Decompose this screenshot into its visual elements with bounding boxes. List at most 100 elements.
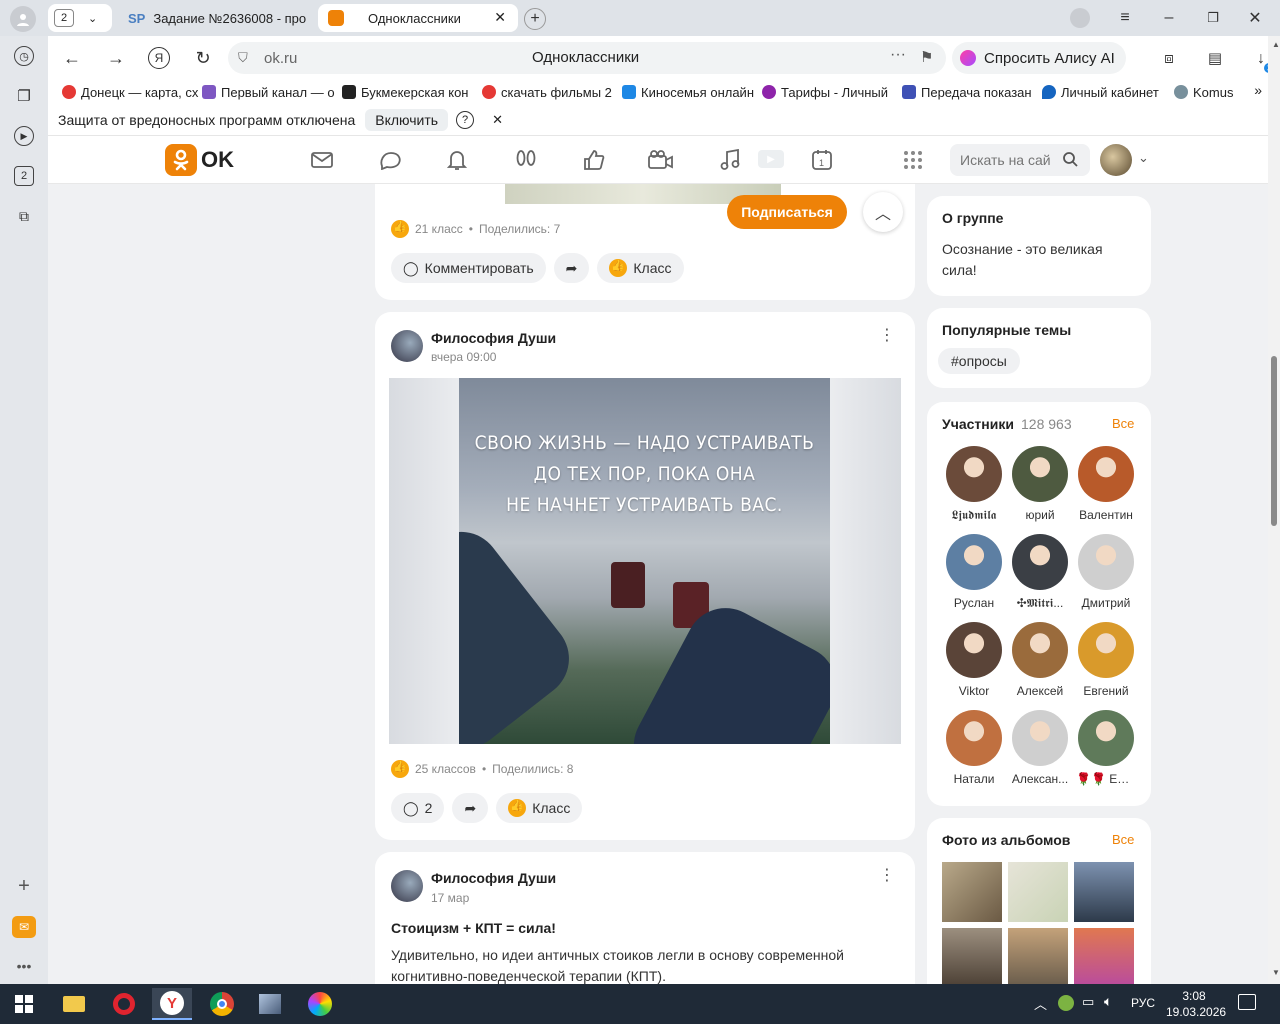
close-infobar-icon[interactable]: ✕ <box>492 112 503 128</box>
bookmark-item[interactable]: Тарифы - Личный <box>762 85 902 100</box>
network-icon[interactable]: ▭ <box>1082 994 1094 1010</box>
more-dots-icon[interactable]: ··· <box>890 46 906 64</box>
scrollbar-thumb[interactable] <box>1271 356 1277 526</box>
subscribe-button[interactable]: Подписаться <box>727 195 847 229</box>
enable-protection-button[interactable]: Включить <box>365 108 449 131</box>
member-name[interactable]: 🌹🌹 Елена <box>1076 772 1136 786</box>
ok-search-box[interactable] <box>950 144 1090 176</box>
member-item[interactable]: Дмитрий <box>1076 534 1136 610</box>
back-icon[interactable]: ← <box>60 47 84 69</box>
music-icon[interactable] <box>718 148 742 172</box>
screenshot-icon[interactable]: ⧉ <box>14 206 34 226</box>
member-avatar[interactable] <box>1012 534 1068 590</box>
bookmark-item[interactable]: Киносемья онлайн <box>622 85 762 100</box>
ok-search-input[interactable] <box>960 150 1060 170</box>
album-photo[interactable] <box>942 928 1002 984</box>
member-name[interactable]: ✣𝕸𝖎𝖙𝖗𝖎... <box>1010 596 1070 611</box>
member-name[interactable]: Валентин <box>1076 508 1136 522</box>
members-all-link[interactable]: Все <box>1112 416 1134 431</box>
member-avatar[interactable] <box>1012 710 1068 766</box>
discussions-icon[interactable] <box>378 148 402 172</box>
yandex-browser-icon[interactable]: Y <box>152 988 192 1020</box>
post-time[interactable]: 17 мар <box>431 891 469 905</box>
member-avatar[interactable] <box>1012 622 1068 678</box>
bookmark-item[interactable]: скачать фильмы 2 <box>482 85 622 100</box>
tabs-count-icon[interactable]: 2 <box>14 166 34 186</box>
member-name[interactable]: Дмитрий <box>1076 596 1136 610</box>
user-avatar[interactable] <box>1100 144 1132 176</box>
guests-icon[interactable] <box>514 148 538 172</box>
albums-title[interactable]: Фото из альбомов <box>942 832 1070 848</box>
clock[interactable]: 3:08 19.03.2026 <box>1166 988 1226 1020</box>
member-item[interactable]: Алексан... <box>1010 710 1070 786</box>
likes-icon[interactable] <box>582 148 606 172</box>
album-photo[interactable] <box>942 862 1002 922</box>
forward-icon[interactable]: → <box>104 47 128 69</box>
calendar-icon[interactable]: 1 <box>810 148 834 172</box>
member-avatar[interactable] <box>946 446 1002 502</box>
bookmark-item[interactable]: Букмекерская кон <box>342 85 482 100</box>
tab-task[interactable]: SP Задание №2636008 - про <box>118 4 314 32</box>
album-photo[interactable] <box>1074 862 1134 922</box>
class-button[interactable]: Класс <box>597 253 684 283</box>
address-field[interactable]: ⛉ ok.ru Одноклассники ··· ⚑ <box>228 42 946 74</box>
reload-icon[interactable]: ↻ <box>192 47 214 69</box>
scroll-down-arrow-icon[interactable]: ▼ <box>1272 968 1280 977</box>
history-icon[interactable]: ◷ <box>14 46 34 66</box>
ok-logo[interactable]: OK <box>165 144 234 176</box>
member-name[interactable]: Евгений <box>1076 684 1136 698</box>
member-name[interactable]: Viktor <box>944 684 1004 698</box>
close-window-icon[interactable]: ✕ <box>1244 6 1266 30</box>
tab-odnoklassniki[interactable]: Одноклассники ✕ <box>318 4 518 32</box>
mail-icon[interactable]: ✉ <box>12 916 36 938</box>
member-avatar[interactable] <box>1078 622 1134 678</box>
reader-icon[interactable]: ⧈ <box>1158 47 1180 69</box>
account-icon[interactable] <box>1070 8 1090 28</box>
new-tab-icon[interactable]: + <box>524 8 546 30</box>
shield-icon[interactable]: ⛉ <box>238 50 248 66</box>
bookmark-item[interactable]: Передача показан <box>902 85 1042 100</box>
bookmark-icon[interactable]: ⚑ <box>920 48 933 66</box>
more-icon[interactable]: ••• <box>14 956 34 976</box>
notifications-center-icon[interactable] <box>1238 994 1256 1010</box>
minimize-icon[interactable]: – <box>1158 6 1180 30</box>
member-item[interactable]: Viktor <box>944 622 1004 698</box>
extension-icon[interactable]: ▤ <box>1204 47 1226 69</box>
opera-icon[interactable] <box>104 988 144 1020</box>
member-name[interactable]: 𝕷𝖏𝖚𝖉𝖒𝖎𝖑𝖆 <box>944 508 1004 523</box>
member-name[interactable]: Натали <box>944 772 1004 786</box>
member-name[interactable]: Алексей <box>1010 684 1070 698</box>
volume-icon[interactable]: 🔈︎ <box>1104 993 1112 1010</box>
member-name[interactable]: Руслан <box>944 596 1004 610</box>
comment-button[interactable]: ◯ Комментировать <box>391 253 546 283</box>
author-avatar[interactable] <box>391 870 423 902</box>
bookmark-item[interactable]: Личный кабинет <box>1042 85 1174 100</box>
member-name[interactable]: юрий <box>1010 508 1070 522</box>
post-author[interactable]: Философия Души <box>431 330 556 346</box>
video-showcase-icon[interactable]: ▶ <box>758 150 784 168</box>
member-item[interactable]: 🌹🌹 Елена <box>1076 710 1136 786</box>
topic-tag[interactable]: #опросы <box>938 348 1020 374</box>
member-name[interactable]: Алексан... <box>1010 772 1070 786</box>
member-avatar[interactable] <box>946 710 1002 766</box>
search-icon[interactable] <box>1062 151 1078 170</box>
tray-app-icon[interactable] <box>1058 995 1074 1011</box>
albums-all-link[interactable]: Все <box>1112 832 1134 847</box>
member-avatar[interactable] <box>1012 446 1068 502</box>
bookmark-item[interactable]: Komus <box>1174 85 1238 100</box>
bookmark-item[interactable]: Донецк — карта, сх <box>62 85 202 100</box>
windows-start-icon[interactable] <box>4 988 44 1020</box>
member-avatar[interactable] <box>1078 534 1134 590</box>
chevron-down-icon[interactable]: ⌄ <box>88 12 97 25</box>
member-avatar[interactable] <box>1078 446 1134 502</box>
scroll-up-icon[interactable]: ︿ <box>863 192 903 232</box>
more-vertical-icon[interactable]: ⋮ <box>879 328 895 344</box>
member-item[interactable]: 𝕷𝖏𝖚𝖉𝖒𝖎𝖑𝖆 <box>944 446 1004 523</box>
members-title[interactable]: Участники <box>942 416 1014 432</box>
album-photo[interactable] <box>1008 862 1068 922</box>
language-indicator[interactable]: РУС <box>1131 996 1155 1010</box>
member-item[interactable]: ✣𝕸𝖎𝖙𝖗𝖎... <box>1010 534 1070 611</box>
post-image-frame[interactable]: СВОЮ ЖИЗНЬ — НАДО УСТРАИВАТЬ ДО ТЕХ ПОР,… <box>389 378 901 744</box>
share-button[interactable]: ➦ <box>553 253 590 283</box>
member-item[interactable]: Натали <box>944 710 1004 786</box>
